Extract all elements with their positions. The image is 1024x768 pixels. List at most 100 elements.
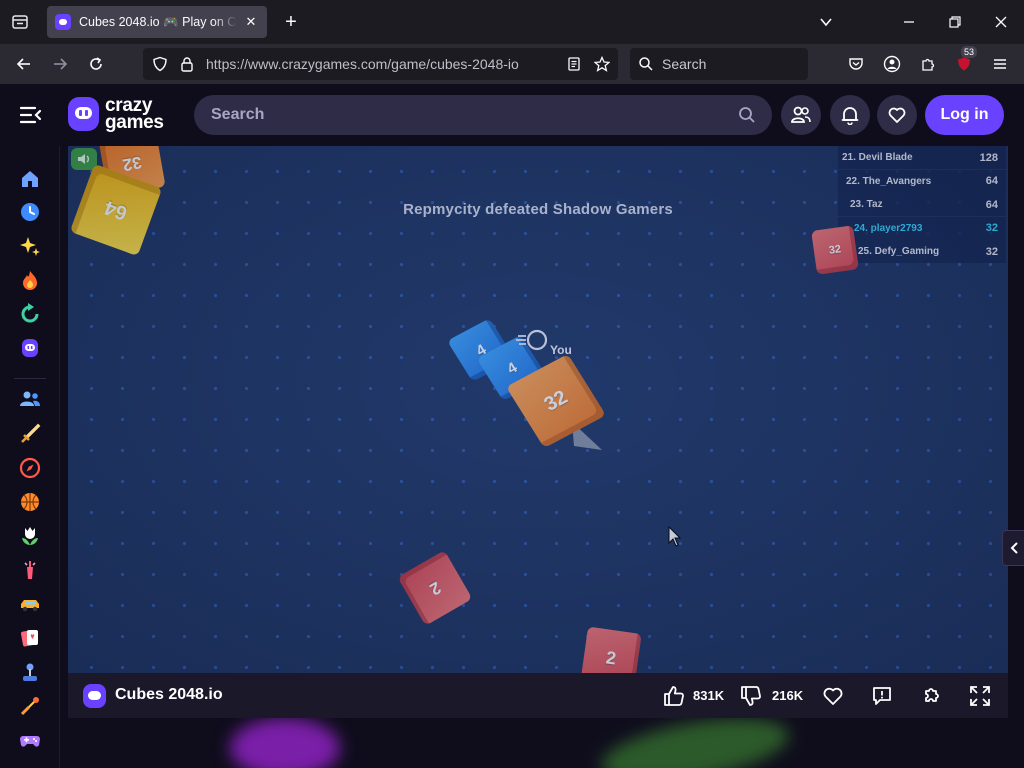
report-button[interactable] [869,683,895,709]
dislike-count: 216K [772,688,804,703]
window-close-icon[interactable] [989,10,1013,34]
shooting-icon [20,697,39,716]
minimize-icon[interactable] [897,10,921,34]
sidebar-item-arcade[interactable] [18,660,42,684]
screen: Cubes 2048.io 🎮 Play on CrazyGames ✕ + [0,0,1024,768]
enemy-cube: 2 [580,626,642,673]
browser-search-bar[interactable]: Search [630,48,808,80]
account-icon[interactable] [880,52,904,76]
browser-search-placeholder: Search [662,56,707,72]
category-sidebar [0,146,60,768]
trending-fire-icon [23,271,37,290]
sidebar-item-adventure[interactable] [18,456,42,480]
sidebar-item-trending[interactable] [18,268,42,292]
fullscreen-button[interactable] [967,683,993,709]
sidebar-item-shooting[interactable] [18,694,42,718]
embed-button[interactable] [918,683,944,709]
notifications-button[interactable] [830,95,870,135]
logo-text-games: games [105,112,164,133]
sidebar-item-originals[interactable] [18,336,42,360]
hamburger-menu-icon[interactable] [988,52,1012,76]
forward-arrow-icon[interactable] [48,52,72,76]
cube-value: 4 [503,358,521,378]
sidebar-item-controller[interactable] [18,728,42,752]
leaderboard-score: 64 [985,175,998,187]
game-footer-bar: Cubes 2048.io 831K 216K [68,673,1008,718]
page-background-decoration [60,718,1024,768]
mouse-cursor-icon [668,526,682,547]
speed-boost-icon [516,329,548,351]
tab-list-icon [12,15,28,29]
car-icon [21,600,39,612]
leaderboard-score: 32 [985,222,998,234]
leaderboard-row: 25. Defy_Gaming 32 [838,240,1006,263]
tab-title: Cubes 2048.io 🎮 Play on CrazyGames [79,14,237,29]
site-search-placeholder: Search [211,106,265,123]
login-button[interactable]: Log in [925,95,1004,135]
leaderboard-row: 21. Devil Blade 128 [838,146,1006,169]
leaderboard-name: 21. Devil Blade [842,152,913,163]
lock-icon[interactable] [179,56,195,72]
tab-list-button[interactable] [8,10,32,34]
back-arrow-icon[interactable] [12,52,36,76]
player-name-label: You [550,343,572,357]
sidebar-item-new[interactable] [18,234,42,258]
leaderboard-name: 25. Defy_Gaming [858,246,940,257]
sidebar-item-card[interactable] [18,626,42,650]
sidebar-toggle-icon[interactable] [19,104,42,126]
search-icon[interactable] [738,106,756,124]
sidebar-item-updated[interactable] [18,302,42,326]
enemy-cube: 2 [397,550,473,626]
joystick-icon [23,663,37,681]
side-panel-toggle-button[interactable] [1002,530,1024,566]
puzzle-icon [925,688,939,702]
sidebar-item-casual[interactable] [18,524,42,548]
sidebar-item-driving[interactable] [18,592,42,616]
clicker-icon [24,561,36,579]
leaderboard-row: 22. The_Avangers 64 [838,169,1006,193]
bell-icon [841,107,859,125]
list-all-tabs-chevron-icon[interactable] [814,10,838,34]
tab-close-icon[interactable]: ✕ [243,14,259,30]
leaderboard: 21. Devil Blade 128 22. The_Avangers 64 23… [838,146,1006,264]
sidebar-divider [14,378,46,379]
crazygames-logo-icon [68,97,99,131]
extensions-puzzle-icon[interactable] [916,52,940,76]
browser-nav-bar: https://www.crazygames.com/game/cubes-20… [0,44,1024,84]
reload-icon[interactable] [84,52,108,76]
restore-icon[interactable] [943,10,967,34]
enemy-cube: 32 [811,225,859,275]
browser-tab-active[interactable]: Cubes 2048.io 🎮 Play on CrazyGames ✕ [47,6,267,38]
sidebar-item-action[interactable] [18,422,42,446]
thumbs-up-icon [664,686,684,706]
favorites-button[interactable] [877,95,917,135]
cube-value: 64 [101,196,131,225]
bookmark-star-icon[interactable] [594,56,610,72]
game-title: Cubes 2048.io [115,686,223,703]
basketball-icon [21,493,39,511]
sidebar-item-home[interactable] [18,167,42,191]
reader-view-icon[interactable] [566,56,582,72]
sidebar-item-clicker[interactable] [18,558,42,582]
friends-button[interactable] [781,95,821,135]
site-search-input[interactable]: Search [194,95,772,135]
leaderboard-name: 24. player2793 [854,222,923,234]
sidebar-item-multiplayer[interactable] [18,387,42,411]
sidebar-item-recent[interactable] [18,200,42,224]
new-icon [20,237,40,256]
like-button[interactable] [661,683,687,709]
crazygames-logo[interactable]: crazy games [68,96,164,133]
multiplayer-icon [20,391,40,406]
like-count: 831K [693,688,725,703]
sidebar-item-basketball[interactable] [18,490,42,514]
dislike-button[interactable] [738,683,764,709]
tracking-shield-icon[interactable] [152,56,168,72]
recent-icon [21,203,39,221]
crazygames-favicon-icon [55,14,71,30]
favorite-game-button[interactable] [820,683,846,709]
address-bar[interactable]: https://www.crazygames.com/game/cubes-20… [143,48,618,80]
pocket-icon[interactable] [844,52,868,76]
new-tab-button[interactable]: + [279,10,303,34]
game-canvas[interactable]: Repmycity defeated Shadow Gamers 21. Dev… [68,146,1008,673]
leaderboard-score: 128 [979,151,998,164]
